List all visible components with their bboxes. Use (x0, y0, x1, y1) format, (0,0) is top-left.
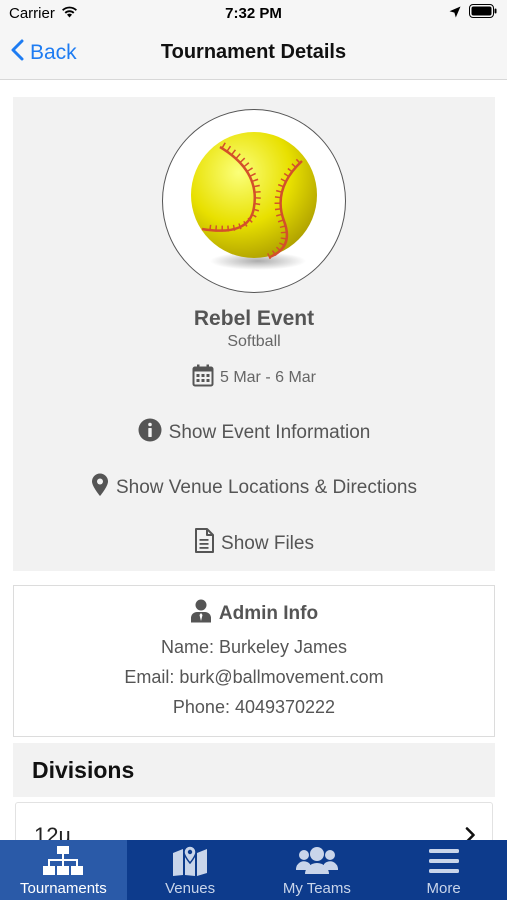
info-circle-icon (138, 418, 162, 448)
division-label: 12u (34, 823, 71, 840)
admin-email: Email: burk@ballmovement.com (124, 667, 384, 687)
menu-icon (428, 844, 460, 878)
show-event-information-button[interactable]: Show Event Information (13, 418, 495, 448)
status-time: 7:32 PM (225, 5, 282, 22)
tab-tournaments[interactable]: Tournaments (0, 840, 127, 900)
event-sport: Softball (227, 333, 281, 350)
softball-icon (190, 131, 317, 270)
location-arrow-icon (449, 5, 461, 22)
admin-phone: Phone: 4049370222 (172, 697, 336, 717)
map-marker-icon (91, 473, 109, 503)
status-bar: Carrier 7:32 PM (0, 0, 507, 26)
show-files-label: Show Files (221, 532, 314, 554)
event-card: Rebel Event Softball 5 Mar - 6 Mar Show … (13, 97, 495, 571)
division-item[interactable]: 12u (15, 802, 493, 840)
tab-tournaments-label: Tournaments (20, 880, 107, 897)
event-name: Rebel Event (193, 307, 315, 330)
calendar-icon (192, 364, 214, 392)
admin-name: Name: Burkeley James (160, 637, 348, 657)
tab-venues-label: Venues (165, 880, 216, 897)
show-venue-locations-label: Show Venue Locations & Directions (115, 477, 417, 498)
show-event-information-label: Show Event Information (168, 422, 371, 443)
battery-icon (469, 4, 497, 22)
content-scroll[interactable]: Rebel Event Softball 5 Mar - 6 Mar Show … (0, 80, 507, 840)
map-icon (172, 844, 208, 878)
file-icon (194, 528, 215, 559)
event-dates: 5 Mar - 6 Mar (13, 364, 495, 392)
tab-my-teams-label: My Teams (282, 880, 351, 897)
admin-info-card: Admin Info Name: Burkeley James Email: b… (13, 585, 495, 737)
admin-info-title: Admin Info (14, 599, 494, 629)
sitemap-icon (43, 844, 84, 878)
show-venue-locations-button[interactable]: Show Venue Locations & Directions (13, 473, 495, 503)
navigation-bar: Back Tournament Details (0, 26, 507, 80)
status-right (449, 4, 497, 22)
tab-my-teams[interactable]: My Teams (254, 840, 381, 900)
event-dates-label: 5 Mar - 6 Mar (219, 369, 316, 386)
show-files-button[interactable]: Show Files (13, 528, 495, 559)
event-logo (162, 109, 346, 293)
tab-venues[interactable]: Venues (127, 840, 254, 900)
chevron-right-icon (465, 827, 476, 840)
divisions-title: Divisions (32, 757, 135, 783)
tab-bar: Tournaments Venues My Teams More (0, 840, 507, 900)
divisions-header: Divisions (13, 743, 495, 797)
admin-info-label: Admin Info (218, 603, 319, 624)
page-title: Tournament Details (160, 41, 347, 63)
tab-more-label: More (426, 880, 461, 897)
tab-more[interactable]: More (380, 840, 507, 900)
users-icon (295, 844, 338, 878)
user-tie-icon (190, 599, 212, 629)
